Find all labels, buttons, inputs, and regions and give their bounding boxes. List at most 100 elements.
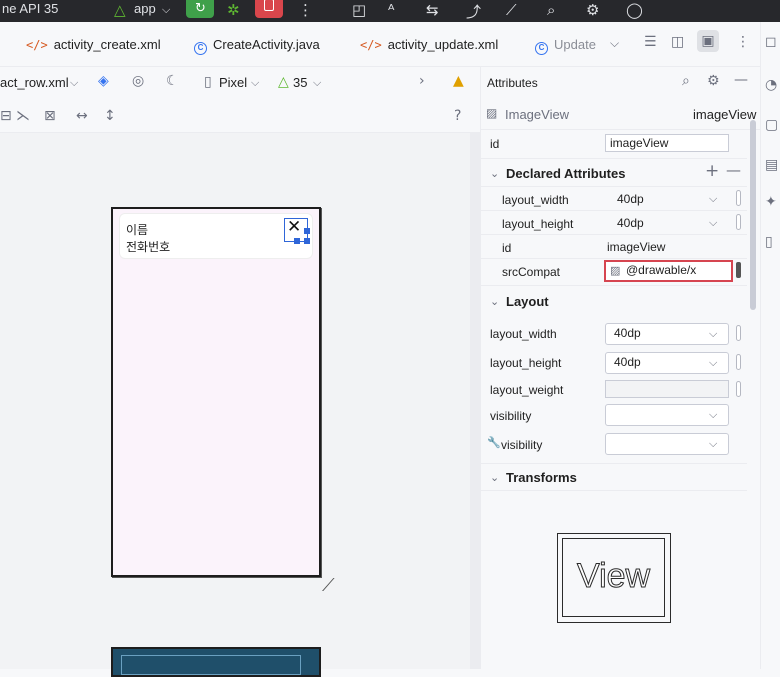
src-compat-field[interactable]: ▨ @drawable/x: [604, 260, 733, 282]
stop-button[interactable]: [255, 0, 283, 18]
resource-picker[interactable]: [736, 190, 741, 206]
search-icon[interactable]: ⌕: [547, 1, 555, 19]
attr-value-field[interactable]: imageView: [605, 238, 725, 258]
xml-file-icon: </>: [360, 38, 382, 52]
chevron-down-icon[interactable]: ⌵: [709, 408, 717, 422]
resource-picker[interactable]: [736, 214, 741, 230]
phone-icon: ▯: [204, 74, 212, 90]
run-config-selector[interactable]: app: [134, 1, 156, 16]
chevron-down-icon[interactable]: ⌵: [709, 356, 717, 370]
code-view-icon[interactable]: ☰: [644, 34, 657, 50]
tab-update-activity[interactable]: C Update: [535, 37, 596, 55]
emulator-icon[interactable]: ▯: [765, 234, 773, 250]
settings-icon[interactable]: ⚙: [707, 73, 720, 89]
resource-picker[interactable]: [736, 354, 741, 370]
gemini-icon[interactable]: ✦: [765, 194, 777, 210]
chevron-down-icon[interactable]: ⌵: [709, 216, 717, 230]
chevron-down-icon[interactable]: ⌵: [709, 192, 717, 206]
split-view-icon[interactable]: ◫: [671, 34, 684, 50]
layout-weight-field[interactable]: [605, 380, 729, 398]
autoconnect-icon[interactable]: ⋋: [16, 108, 30, 124]
resource-picker[interactable]: [736, 381, 741, 397]
account-icon[interactable]: ◯: [626, 1, 643, 19]
add-attribute-icon[interactable]: +: [705, 161, 719, 181]
layout-file-selector[interactable]: act_row.xml: [0, 75, 69, 90]
sync-icon[interactable]: ⇆: [426, 1, 439, 19]
resource-picker[interactable]: [736, 325, 741, 341]
right-tool-strip: ◻ ◔ ▢ ▤ ✦ ▯: [760, 22, 780, 669]
chevron-down-icon[interactable]: ⌵: [251, 76, 259, 90]
running-devices-icon[interactable]: ▤: [765, 157, 778, 173]
attr-name: layout_weight: [490, 383, 564, 397]
design-canvas[interactable]: 이름 전화번호 ✕ ⟋: [0, 133, 470, 677]
device-manager-icon[interactable]: ◰: [352, 1, 366, 19]
clear-constraints-icon[interactable]: ⊠: [44, 108, 56, 124]
blueprint-card: [121, 655, 301, 675]
chevron-down-icon[interactable]: ⌵: [709, 437, 717, 451]
resize-handle[interactable]: [304, 238, 310, 244]
device-file-icon[interactable]: ▢: [765, 117, 778, 133]
search-icon[interactable]: ⌕: [682, 73, 690, 89]
debug-icon[interactable]: ✲: [227, 1, 240, 19]
more-icon[interactable]: ⋮: [298, 1, 313, 19]
panel-title: Attributes: [487, 76, 538, 90]
android-icon: △: [278, 74, 289, 90]
design-toolbar-secondary: ⊟ ⋋ ⊠ ↔ ↕ ?: [0, 99, 480, 133]
warning-icon[interactable]: ▲: [453, 73, 464, 89]
horizontal-resize-icon[interactable]: ↔: [76, 108, 88, 124]
transform-preview[interactable]: View: [557, 533, 671, 623]
attr-name: id: [502, 241, 512, 255]
name-text[interactable]: 이름: [126, 221, 148, 238]
canvas-resize-icon[interactable]: ⟋: [322, 575, 335, 596]
gradle-icon[interactable]: ⤴: [466, 1, 481, 22]
chevron-down-icon[interactable]: ⌵: [162, 3, 170, 17]
device-selector[interactable]: ne API 35: [2, 1, 58, 16]
orientation-icon[interactable]: ◎: [132, 73, 144, 89]
resize-handle[interactable]: [304, 228, 310, 234]
layers-icon[interactable]: ◈: [98, 73, 109, 89]
attr-name: layout_width: [490, 327, 557, 341]
design-view-icon[interactable]: ▣: [697, 30, 719, 52]
assistant-icon[interactable]: ◔: [765, 77, 777, 93]
tab-activity-create[interactable]: </> activity_create.xml: [26, 37, 161, 52]
tab-create-activity[interactable]: C CreateActivity.java: [194, 37, 320, 55]
api-level-selector[interactable]: 35: [293, 75, 307, 90]
resource-picker[interactable]: [736, 262, 741, 278]
attr-value-field[interactable]: 40dp: [615, 214, 705, 234]
collapse-chevron-icon[interactable]: ⌄: [490, 167, 499, 180]
collapse-chevron-icon[interactable]: ⌄: [490, 471, 499, 484]
chevron-down-icon[interactable]: ⌵: [70, 76, 78, 90]
attributes-scrollbar[interactable]: [750, 120, 756, 310]
phone-text[interactable]: 전화번호: [126, 238, 170, 255]
chevron-down-icon[interactable]: ⌵: [313, 76, 321, 90]
profiler-icon[interactable]: ⟋: [506, 1, 517, 19]
chevron-right-icon[interactable]: ›: [419, 73, 425, 89]
settings-icon[interactable]: ⚙: [586, 1, 599, 19]
minimize-icon[interactable]: —: [734, 72, 748, 88]
collapse-chevron-icon[interactable]: ⌄: [490, 295, 499, 308]
device-preview[interactable]: 이름 전화번호 ✕: [111, 207, 321, 577]
device-preview-selector[interactable]: Pixel: [219, 75, 247, 90]
resize-handle[interactable]: [294, 238, 300, 244]
attr-value-field[interactable]: 40dp: [615, 190, 705, 210]
id-field[interactable]: imageView: [605, 134, 729, 152]
blueprint-icon[interactable]: ⊟: [0, 108, 12, 124]
tab-list-chevron-icon[interactable]: ⌵: [610, 36, 619, 51]
remove-attribute-icon[interactable]: —: [726, 161, 741, 179]
close-x-icon: ✕: [287, 217, 302, 237]
row-card[interactable]: 이름 전화번호 ✕: [119, 213, 313, 259]
help-icon[interactable]: ?: [454, 108, 461, 124]
run-button[interactable]: ↻: [186, 0, 214, 18]
stop-icon: [264, 0, 274, 11]
translate-icon[interactable]: ᴬ: [388, 1, 394, 19]
canvas-scrollbar[interactable]: [470, 133, 480, 669]
attr-name: visibility: [501, 438, 543, 452]
image-view-selected[interactable]: ✕: [284, 217, 310, 244]
night-mode-icon[interactable]: ☾: [166, 73, 179, 89]
chevron-down-icon[interactable]: ⌵: [709, 327, 717, 341]
notifications-icon[interactable]: ◻: [765, 34, 777, 50]
tab-activity-update[interactable]: </> activity_update.xml: [360, 37, 498, 52]
blueprint-preview[interactable]: [111, 647, 321, 677]
vertical-resize-icon[interactable]: ↕: [104, 108, 116, 124]
more-icon[interactable]: ⋮: [736, 34, 750, 50]
